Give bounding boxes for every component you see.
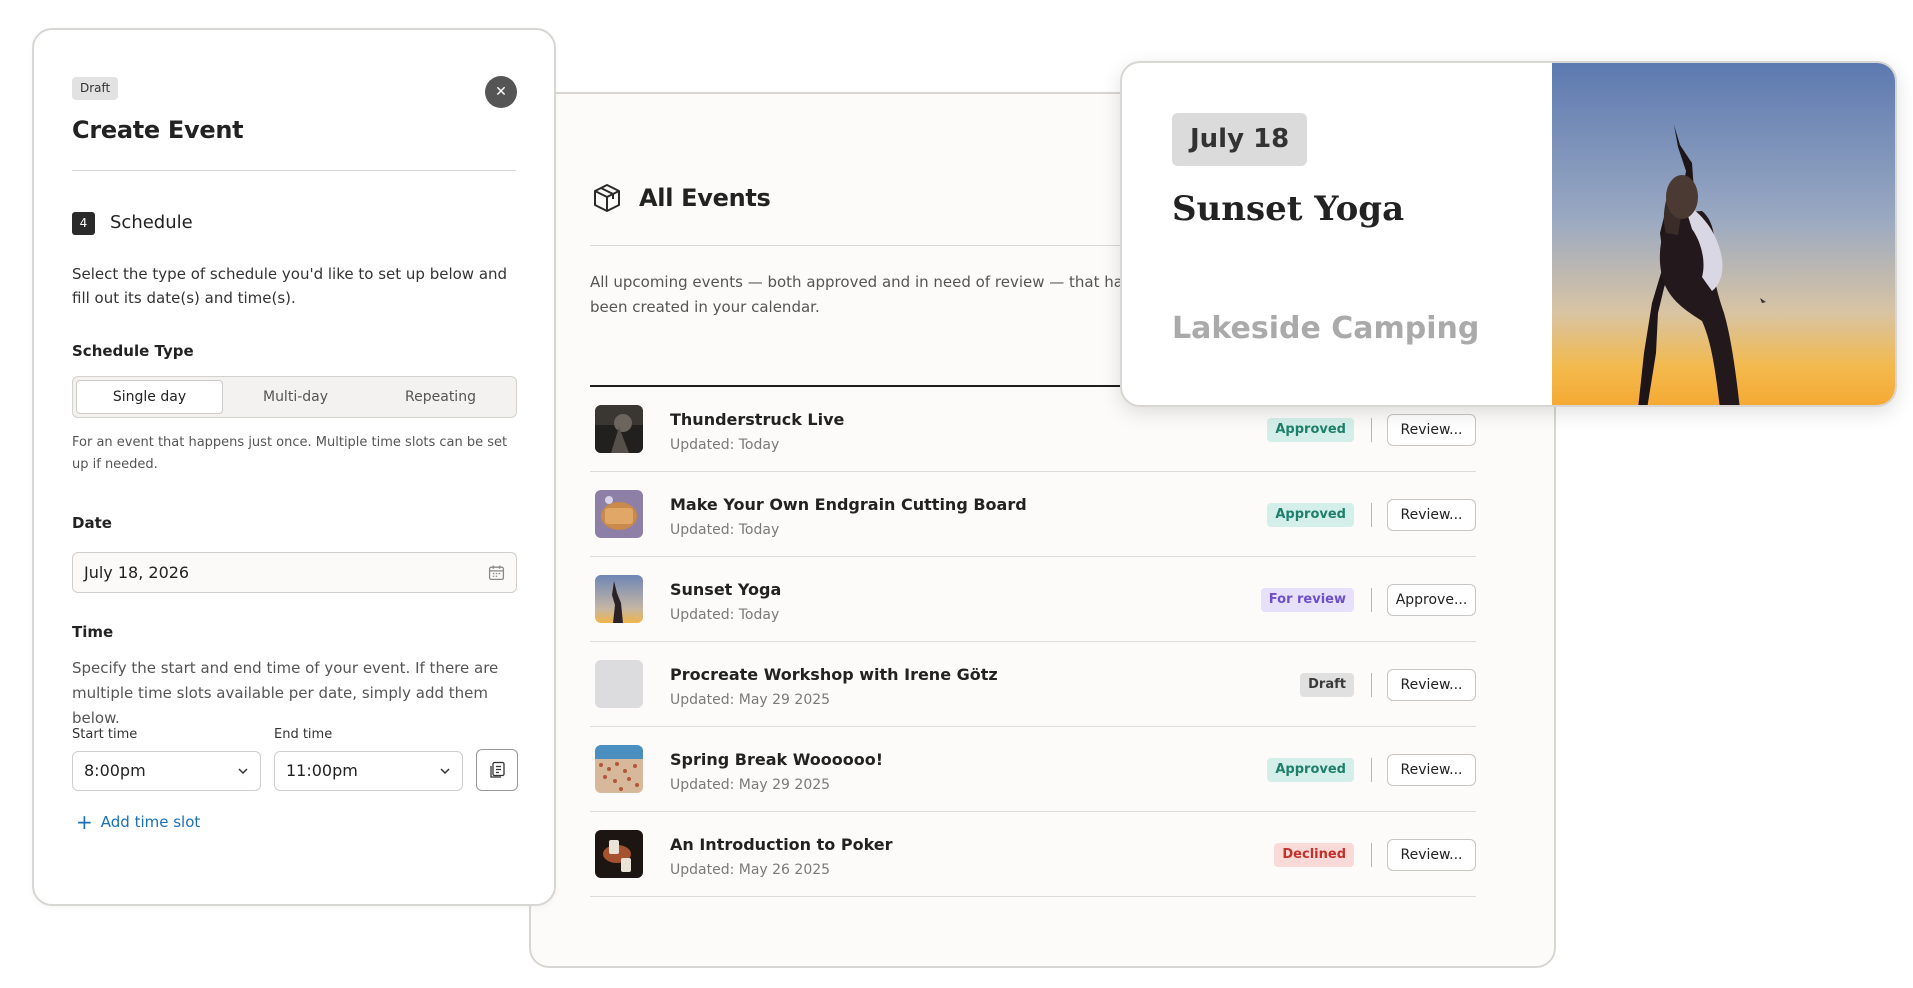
separator [1371, 673, 1372, 697]
status-badge: Draft [1300, 673, 1354, 697]
date-label: Date [72, 514, 112, 532]
date-value: July 18, 2026 [84, 563, 190, 582]
box-icon [594, 184, 620, 212]
option-single-day[interactable]: Single day [76, 380, 223, 414]
modal-title: Create Event [72, 116, 244, 144]
event-name: Procreate Workshop with Irene Götz [670, 665, 998, 684]
table-row[interactable]: Procreate Workshop with Irene Götz Updat… [590, 642, 1476, 727]
review-button[interactable]: Review... [1387, 414, 1476, 446]
status-badge: Approved [1267, 418, 1354, 442]
event-updated: Updated: Today [670, 522, 780, 538]
separator [1371, 588, 1372, 612]
preview-next-title: Lakeside Camping [1172, 311, 1480, 346]
option-multi-day[interactable]: Multi-day [223, 380, 368, 414]
schedule-hint: For an event that happens just once. Mul… [72, 435, 508, 472]
event-thumbnail [595, 660, 643, 708]
create-event-modal: Draft ✕ Create Event 4 Schedule Select t… [32, 28, 556, 906]
event-name: Thunderstruck Live [670, 410, 845, 429]
add-time-slot-link[interactable]: + Add time slot [76, 810, 201, 834]
event-name: An Introduction to Poker [670, 835, 893, 854]
end-time-label: End time [274, 727, 333, 742]
separator [1371, 503, 1372, 527]
preview-title: Sunset Yoga [1172, 189, 1405, 229]
event-thumbnail [595, 490, 643, 538]
chevron-down-icon [440, 768, 450, 775]
events-title: All Events [639, 184, 771, 212]
event-thumbnail [595, 405, 643, 453]
status-badge: Approved [1267, 758, 1354, 782]
events-header: All Events [591, 182, 771, 214]
time-description: Specify the start and end time of your e… [72, 659, 499, 727]
event-preview-card[interactable]: July 18 Sunset Yoga Lakeside Camping [1120, 61, 1897, 407]
time-label: Time [72, 623, 114, 641]
date-field[interactable]: July 18, 2026 [72, 552, 517, 593]
draft-badge: Draft [72, 77, 119, 100]
table-row[interactable]: Spring Break Woooooo! Updated: May 29 20… [590, 727, 1476, 812]
event-thumbnail [595, 830, 643, 878]
event-updated: Updated: May 29 2025 [670, 692, 831, 708]
separator [1371, 843, 1372, 867]
status-badge: Declined [1274, 843, 1354, 867]
start-time-select[interactable]: 8:00pm [72, 751, 261, 791]
event-updated: Updated: May 26 2025 [670, 862, 831, 878]
table-row[interactable]: An Introduction to Poker Updated: May 26… [590, 812, 1476, 897]
step-description: Select the type of schedule you'd like t… [72, 265, 508, 307]
end-time-select[interactable]: 11:00pm [274, 751, 463, 791]
review-button[interactable]: Review... [1387, 669, 1476, 701]
event-name: Make Your Own Endgrain Cutting Board [670, 495, 1027, 514]
status-badge: For review [1260, 588, 1354, 612]
event-updated: Updated: Today [670, 437, 780, 453]
event-thumbnail [595, 575, 643, 623]
start-time-label: Start time [72, 727, 138, 742]
review-button[interactable]: Review... [1387, 754, 1476, 786]
separator [1371, 758, 1372, 782]
event-list: Thunderstruck Live Updated: Today Approv… [590, 387, 1476, 897]
events-description: All upcoming events — both approved and … [590, 273, 1142, 316]
document-copy-icon [490, 761, 505, 778]
table-row[interactable]: Sunset Yoga Updated: Today For review Ap… [590, 557, 1476, 642]
schedule-type-selector: Single day Multi-day Repeating [72, 376, 517, 418]
event-updated: Updated: Today [670, 607, 780, 623]
event-name: Sunset Yoga [670, 580, 782, 599]
schedule-type-label: Schedule Type [72, 342, 194, 360]
status-badge: Approved [1267, 503, 1354, 527]
calendar-icon[interactable] [488, 564, 505, 581]
divider [72, 170, 516, 171]
end-time-value: 11:00pm [286, 761, 358, 780]
table-row[interactable]: Make Your Own Endgrain Cutting Board Upd… [590, 472, 1476, 557]
option-repeating[interactable]: Repeating [368, 380, 513, 414]
yoga-photo [1552, 63, 1895, 405]
close-icon: ✕ [495, 84, 507, 100]
preview-date: July 18 [1172, 113, 1308, 166]
chevron-down-icon [238, 768, 248, 775]
start-time-value: 8:00pm [84, 761, 146, 780]
separator [1371, 418, 1372, 442]
close-button[interactable]: ✕ [485, 76, 517, 108]
event-name: Spring Break Woooooo! [670, 750, 884, 769]
event-thumbnail [595, 745, 643, 793]
duplicate-slot-button[interactable] [476, 749, 518, 791]
approve-button[interactable]: Approve... [1387, 584, 1476, 616]
event-updated: Updated: May 29 2025 [670, 777, 831, 793]
step-number: 4 [72, 212, 95, 235]
review-button[interactable]: Review... [1387, 839, 1476, 871]
review-button[interactable]: Review... [1387, 499, 1476, 531]
step-title: Schedule [110, 212, 193, 233]
plus-icon: + [76, 810, 93, 834]
add-time-slot-label: Add time slot [100, 813, 201, 831]
